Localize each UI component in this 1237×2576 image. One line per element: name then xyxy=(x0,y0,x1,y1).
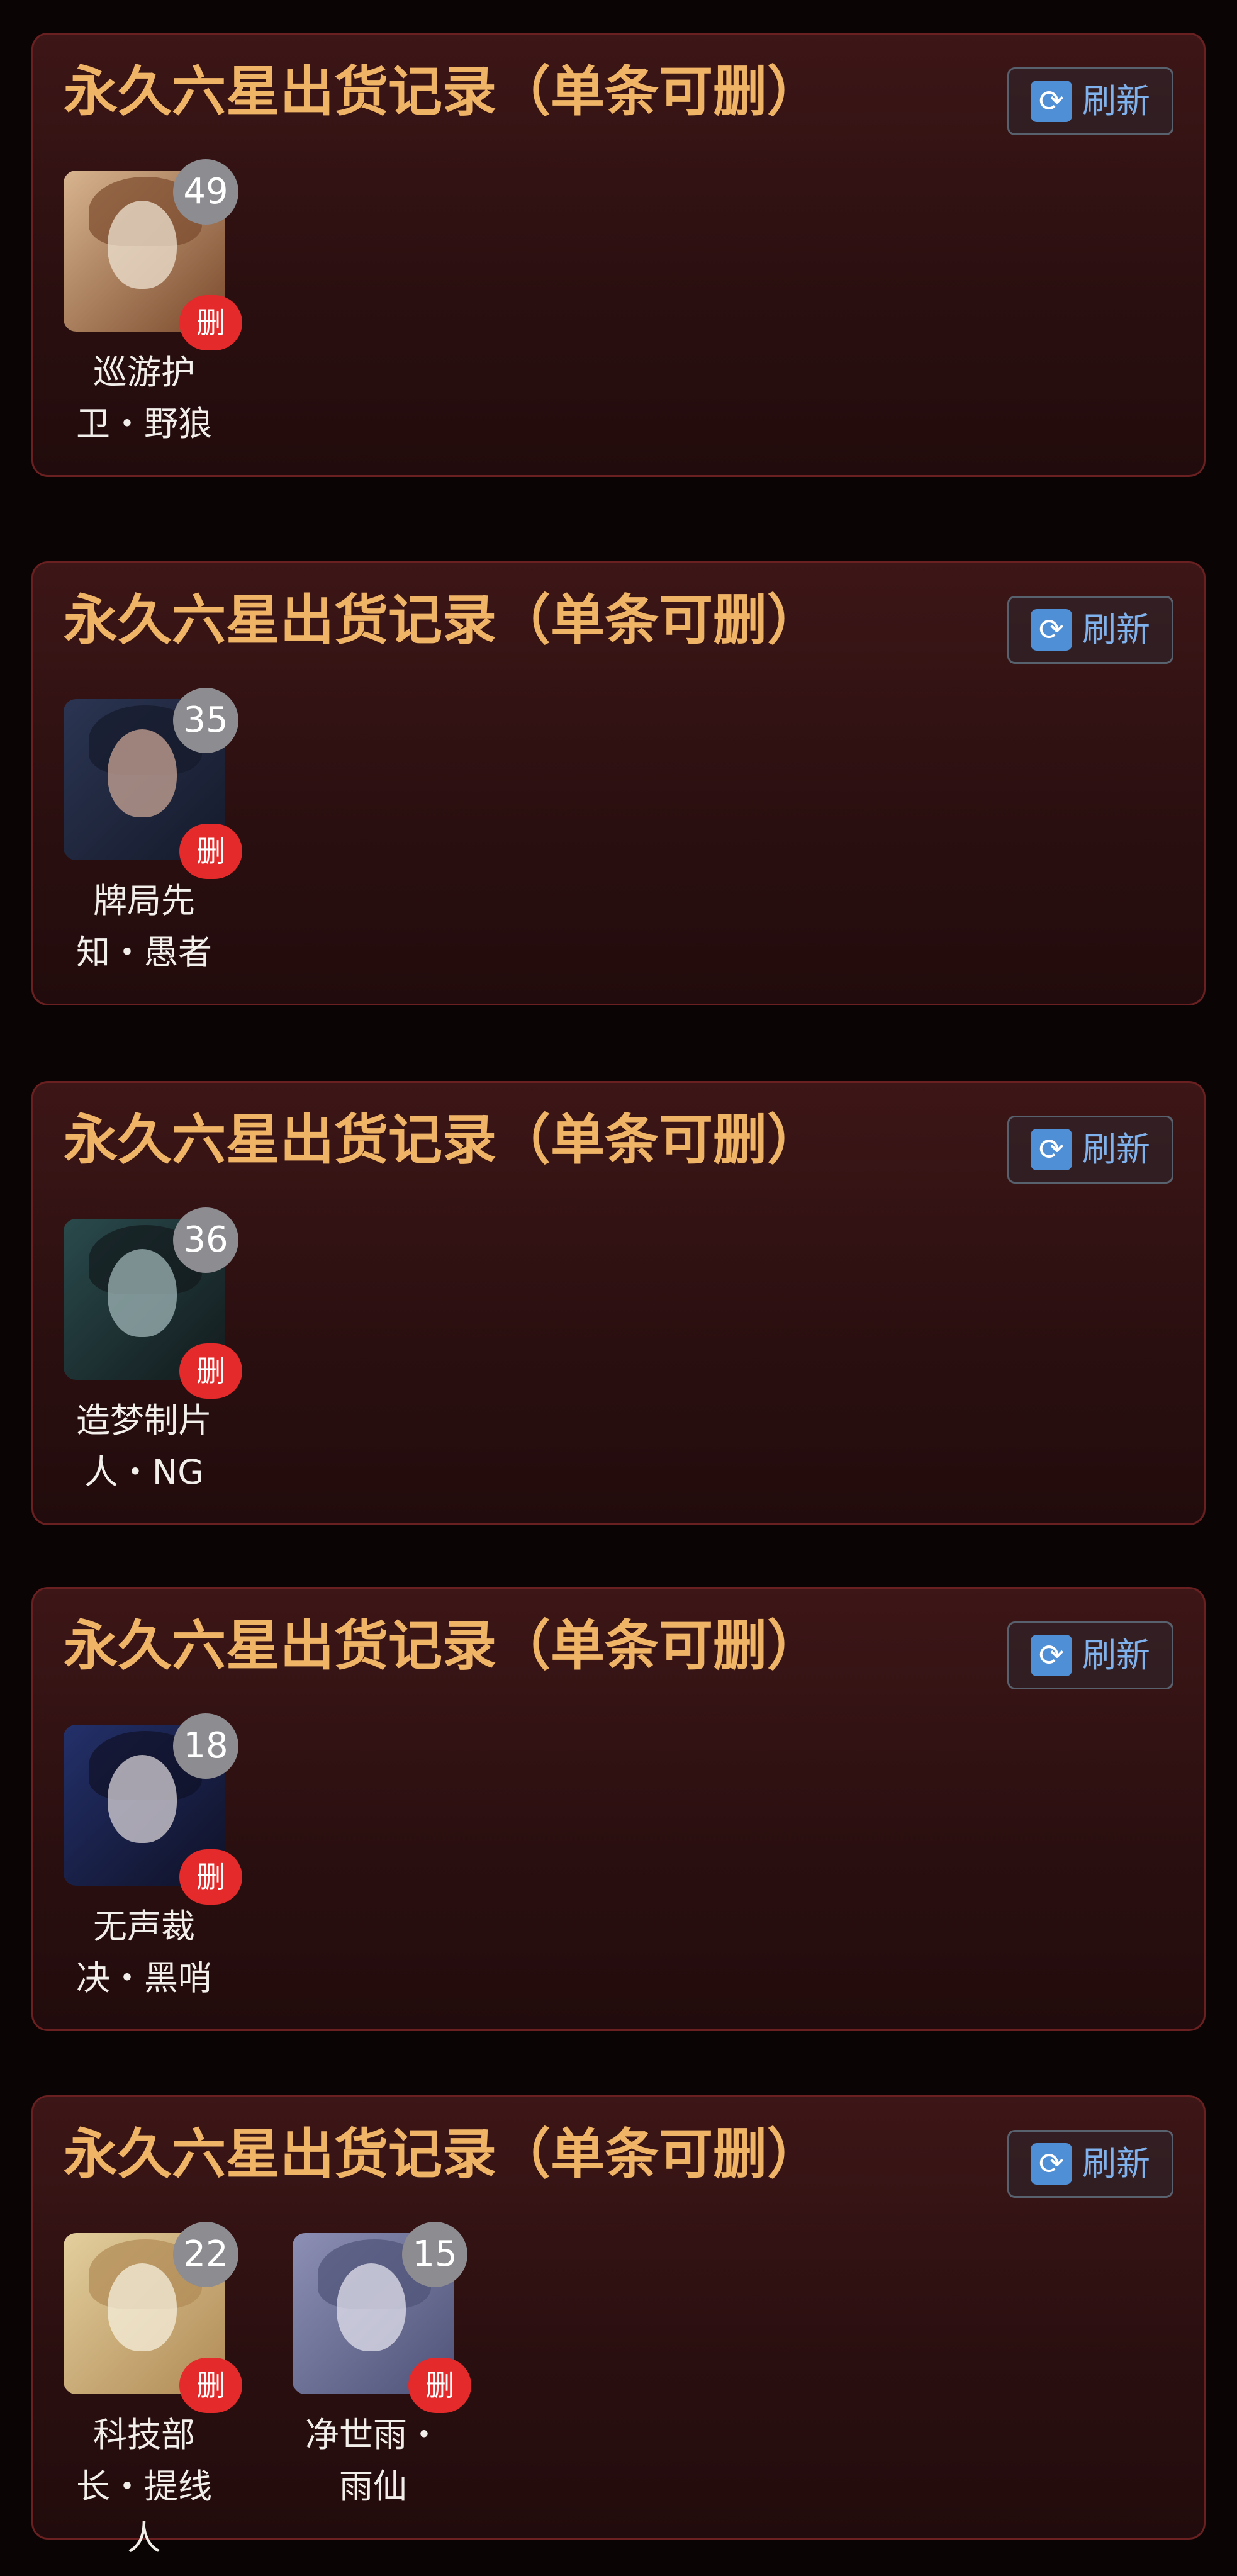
refresh-icon: ⟳ xyxy=(1031,81,1072,122)
record-item[interactable]: 22 删 科技部长・提线人 xyxy=(64,2222,242,2564)
record-list: 35 删 牌局先知・愚者 xyxy=(64,688,242,978)
record-item[interactable]: 18 删 无声裁决・黑哨 xyxy=(64,1713,242,2004)
refresh-label: 刷新 xyxy=(1082,81,1150,121)
refresh-icon: ⟳ xyxy=(1031,2143,1072,2185)
delete-button[interactable]: 删 xyxy=(179,824,242,879)
record-list: 36 删 造梦制片人・NG xyxy=(64,1207,242,1498)
record-card: 永久六星出货记录（单条可删） ⟳ 刷新 18 删 无声裁决・黑哨 xyxy=(31,1587,1206,2031)
record-list: 18 删 无声裁决・黑哨 xyxy=(64,1713,242,2004)
character-name: 无声裁决・黑哨 xyxy=(76,1907,212,1998)
character-name: 科技部长・提线人 xyxy=(76,2415,212,2558)
character-name: 牌局先知・愚者 xyxy=(76,881,212,972)
record-list: 49 删 巡游护卫・野狼 xyxy=(64,159,242,450)
pull-count-badge: 18 xyxy=(173,1713,238,1779)
record-item[interactable]: 15 删 净世雨・雨仙 xyxy=(293,2222,471,2564)
refresh-button[interactable]: ⟳ 刷新 xyxy=(1007,1116,1173,1184)
record-item[interactable]: 35 删 牌局先知・愚者 xyxy=(64,688,242,978)
record-card: 永久六星出货记录（单条可删） ⟳ 刷新 36 删 造梦制片人・NG xyxy=(31,1081,1206,1525)
delete-button[interactable]: 删 xyxy=(179,1849,242,1905)
record-card: 永久六星出货记录（单条可删） ⟳ 刷新 35 删 牌局先知・愚者 xyxy=(31,561,1206,1005)
card-title: 永久六星出货记录（单条可删） xyxy=(64,1109,821,1172)
record-item[interactable]: 49 删 巡游护卫・野狼 xyxy=(64,159,242,450)
refresh-icon: ⟳ xyxy=(1031,609,1072,651)
refresh-icon: ⟳ xyxy=(1031,1635,1072,1676)
character-name: 巡游护卫・野狼 xyxy=(76,352,212,444)
refresh-icon: ⟳ xyxy=(1031,1129,1072,1170)
record-card: 永久六星出货记录（单条可删） ⟳ 刷新 22 删 科技部长・提线人 15 删 净… xyxy=(31,2095,1206,2558)
card-title: 永久六星出货记录（单条可删） xyxy=(64,589,821,652)
pull-count-badge: 36 xyxy=(173,1207,238,1273)
pull-count-badge: 49 xyxy=(173,159,238,225)
delete-button[interactable]: 删 xyxy=(179,2358,242,2413)
card-title: 永久六星出货记录（单条可删） xyxy=(64,2123,821,2186)
refresh-button[interactable]: ⟳ 刷新 xyxy=(1007,1621,1173,1689)
record-item[interactable]: 36 删 造梦制片人・NG xyxy=(64,1207,242,1498)
delete-button[interactable]: 删 xyxy=(179,295,242,350)
refresh-button[interactable]: ⟳ 刷新 xyxy=(1007,67,1173,135)
refresh-label: 刷新 xyxy=(1082,1635,1150,1675)
pull-count-badge: 35 xyxy=(173,688,238,753)
pull-count-badge: 15 xyxy=(402,2222,467,2287)
refresh-button[interactable]: ⟳ 刷新 xyxy=(1007,2130,1173,2198)
character-name: 造梦制片人・NG xyxy=(76,1401,212,1492)
record-list: 22 删 科技部长・提线人 15 删 净世雨・雨仙 xyxy=(64,2222,471,2564)
refresh-button[interactable]: ⟳ 刷新 xyxy=(1007,596,1173,664)
pull-count-badge: 22 xyxy=(173,2222,238,2287)
character-name: 净世雨・雨仙 xyxy=(305,2415,441,2506)
delete-button[interactable]: 删 xyxy=(408,2358,471,2413)
record-card: 永久六星出货记录（单条可删） ⟳ 刷新 49 删 巡游护卫・野狼 xyxy=(31,33,1206,477)
delete-button[interactable]: 删 xyxy=(179,1343,242,1399)
card-title: 永久六星出货记录（单条可删） xyxy=(64,1615,821,1677)
refresh-label: 刷新 xyxy=(1082,1129,1150,1169)
refresh-label: 刷新 xyxy=(1082,610,1150,649)
card-title: 永久六星出货记录（单条可删） xyxy=(64,60,821,123)
refresh-label: 刷新 xyxy=(1082,2144,1150,2183)
